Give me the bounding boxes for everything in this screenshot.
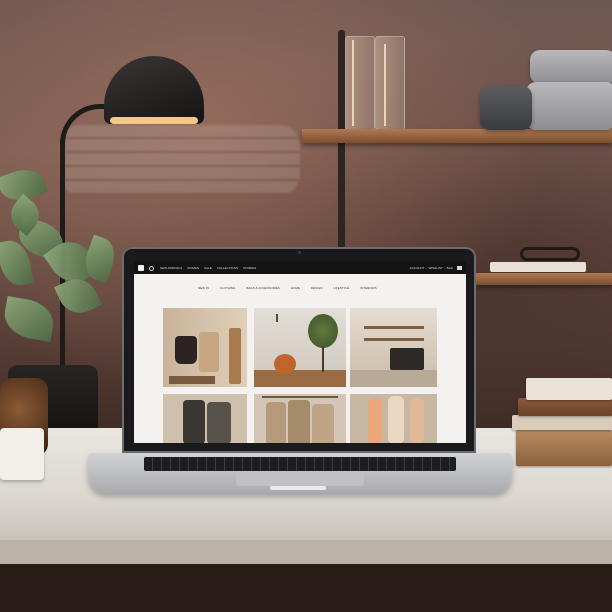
coat-icon <box>288 400 310 443</box>
header-nav-item[interactable]: WOMEN <box>187 266 199 270</box>
product-tile-workshop[interactable] <box>350 308 437 387</box>
lid-opener-notch <box>270 486 326 490</box>
site-logo[interactable] <box>138 265 144 271</box>
wall-shelf-middle <box>476 273 612 285</box>
laptop-screen: NEW ARRIVALS WOMEN SALE COLLECTIONS STOR… <box>134 262 466 443</box>
search-icon[interactable] <box>149 265 154 271</box>
header-nav-item[interactable]: STORIES <box>243 266 256 270</box>
book <box>512 415 612 430</box>
floor <box>0 564 612 612</box>
shelf-icon <box>364 326 424 329</box>
rail-icon <box>262 396 338 398</box>
sunglasses <box>520 247 580 261</box>
product-tile-mannequins[interactable] <box>350 394 437 443</box>
jacket-icon <box>207 402 231 443</box>
photo-scene: NEW ARRIVALS WOMEN SALE COLLECTIONS STOR… <box>0 0 612 612</box>
category-item[interactable]: CLOTHING <box>220 286 236 290</box>
lamp-light <box>110 117 198 124</box>
folded-cloth <box>480 86 532 130</box>
folded-blanket <box>526 82 612 130</box>
tree-trunk <box>322 346 324 372</box>
header-actions: ACCOUNT WISHLIST BAG <box>410 266 462 270</box>
folded-blanket <box>530 50 612 84</box>
category-item[interactable]: HOME <box>291 286 300 290</box>
incense-stick <box>384 44 386 126</box>
glass-jar <box>345 36 375 130</box>
wall-shelf-top <box>302 129 612 143</box>
coat-icon <box>266 402 286 443</box>
product-tile-coats[interactable] <box>254 394 346 443</box>
category-item[interactable]: DESIGN <box>311 286 323 290</box>
incense-stick <box>352 40 354 126</box>
category-item[interactable]: LIFESTYLE <box>333 286 349 290</box>
category-item[interactable]: INTERIORS <box>360 286 376 290</box>
category-item[interactable]: BAGS & ACCESSORIES <box>246 286 280 290</box>
site-header: NEW ARRIVALS WOMEN SALE COLLECTIONS STOR… <box>134 262 466 274</box>
bench-icon <box>169 376 215 384</box>
shelf-icon <box>364 338 424 341</box>
keyboard[interactable] <box>144 457 456 471</box>
desk-edge <box>0 540 612 564</box>
coat-icon <box>229 328 241 384</box>
header-nav-item[interactable]: NEW ARRIVALS <box>160 266 182 270</box>
account-link[interactable]: ACCOUNT <box>410 266 425 270</box>
coat-icon <box>312 404 334 443</box>
pendant-lamp-icon <box>276 314 278 322</box>
mannequin-icon <box>368 398 382 443</box>
product-tile-interior[interactable] <box>254 308 346 387</box>
wishlist-link[interactable]: WISHLIST <box>428 266 442 270</box>
handbag-icon <box>199 332 219 372</box>
floor-icon <box>350 370 437 387</box>
book <box>518 398 612 416</box>
bag-link[interactable]: BAG <box>447 266 453 270</box>
trackpad[interactable] <box>236 473 364 486</box>
book <box>526 378 612 400</box>
floor-icon <box>254 370 346 387</box>
book <box>516 430 612 466</box>
header-nav-item[interactable]: COLLECTIONS <box>217 266 238 270</box>
handbag-icon <box>175 336 197 364</box>
category-item[interactable]: NEW IN <box>198 286 209 290</box>
webcam <box>298 251 301 254</box>
tree-icon <box>308 314 338 348</box>
product-tile-bags[interactable] <box>163 308 247 387</box>
glass-jar <box>375 36 405 130</box>
pumpkin-bag-icon <box>274 354 296 374</box>
mannequin-icon <box>410 398 424 443</box>
mannequin-icon <box>388 396 404 443</box>
product-tile-jackets[interactable] <box>163 394 247 443</box>
cup <box>0 428 44 480</box>
jacket-icon <box>183 400 205 443</box>
machine-icon <box>390 348 424 370</box>
header-nav-item[interactable]: SALE <box>204 266 212 270</box>
menu-icon[interactable] <box>457 266 462 270</box>
header-nav: NEW ARRIVALS WOMEN SALE COLLECTIONS STOR… <box>160 266 256 270</box>
magazine <box>490 262 586 272</box>
category-nav: NEW IN CLOTHING BAGS & ACCESSORIES HOME … <box>198 286 418 290</box>
